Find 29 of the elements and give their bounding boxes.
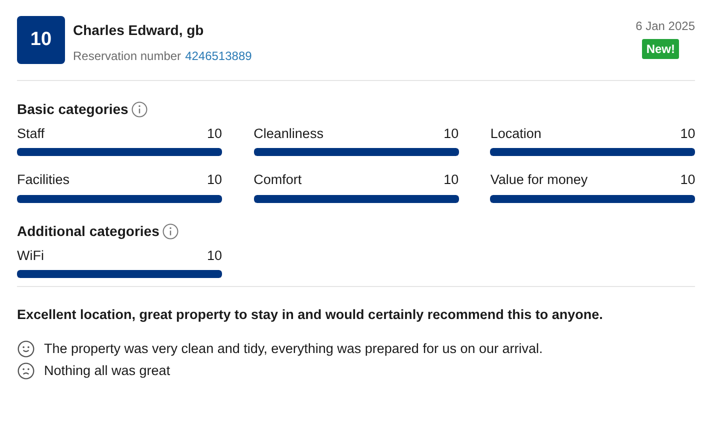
reservation-label: Reservation number [73, 48, 182, 65]
smiley-face-icon [17, 340, 35, 358]
new-badge: New! [642, 39, 679, 59]
category-score: 10 [680, 125, 696, 143]
category-score: 10 [206, 246, 222, 264]
reservation-number-link[interactable]: 4246513889 [185, 47, 252, 65]
review-date: 6 Jan 2025 [636, 18, 695, 35]
category-score: 10 [680, 171, 696, 190]
guest-name: Charles Edward, gb [73, 21, 205, 40]
category-label: Comfort [254, 171, 302, 190]
review-title: Excellent location, great property to stay in and would certainly recommend this to anyone. [17, 306, 604, 324]
category-score: 10 [444, 171, 459, 190]
category-label: Value for money [490, 171, 588, 190]
category-label: Cleanliness [254, 125, 324, 143]
category-label: Staff [17, 125, 45, 143]
review-comment: Nothing all was great [44, 362, 170, 380]
category-score: 10 [206, 171, 222, 190]
category-label: WiFi [17, 246, 44, 264]
review-comment: The property was very clean and tidy, everything was prepared for us on our arrival. [44, 340, 543, 358]
info-icon[interactable] [162, 222, 180, 240]
category-score: 10 [206, 125, 222, 143]
section-title: Additional categories [17, 222, 160, 241]
category-label: Location [490, 125, 542, 143]
category-label: Facilities [17, 171, 70, 190]
info-icon[interactable] [131, 101, 148, 118]
section-title: Basic categories [17, 100, 128, 119]
category-score: 10 [444, 125, 459, 143]
score-badge: 10 [17, 16, 65, 64]
sad-face-icon [17, 362, 35, 380]
